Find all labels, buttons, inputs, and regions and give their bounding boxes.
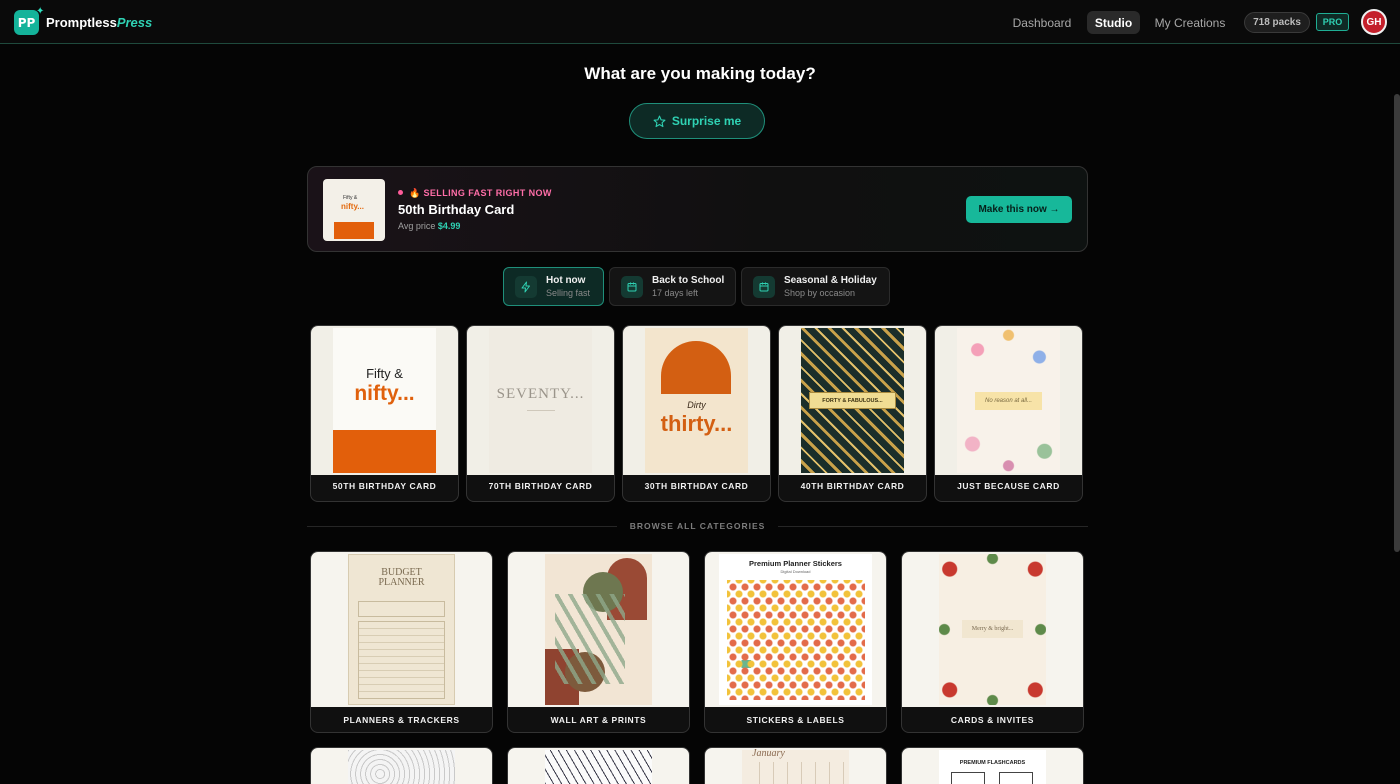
nav-my-creations[interactable]: My Creations [1149, 11, 1231, 34]
top-nav-bar: PP ✦ PromptlessPress Dashboard Studio My… [0, 0, 1400, 44]
category-card-stickers[interactable]: Premium Planner Stickers Digital Downloa… [704, 551, 887, 733]
make-this-now-button[interactable]: Make this now → [966, 196, 1072, 223]
category-card-coloring[interactable] [310, 747, 493, 784]
featured-title: 50th Birthday Card [398, 202, 515, 217]
category-card-flashcards[interactable]: PREMIUM FLASHCARDS [901, 747, 1084, 784]
star-icon [653, 115, 666, 127]
category-card-wall-art[interactable]: WALL ART & PRINTS [507, 551, 690, 733]
packs-count-badge[interactable]: 718 packs [1244, 12, 1310, 33]
featured-price: Avg price $4.99 [398, 221, 461, 231]
page-title: What are you making today? [584, 64, 816, 83]
featured-banner: Fifty & nifty... 🔥 SELLING FAST RIGHT NO… [307, 166, 1088, 252]
browse-all-categories-divider: BROWSE ALL CATEGORIES [307, 521, 1088, 531]
product-card-30th-birthday[interactable]: Dirty thirty... 30TH BIRTHDAY CARD [622, 325, 771, 502]
live-dot-icon [398, 190, 403, 195]
bolt-icon [515, 276, 537, 298]
filter-tab-seasonal-holiday[interactable]: Seasonal & Holiday Shop by occasion [741, 267, 890, 306]
product-card-40th-birthday[interactable]: FORTY & FABULOUS... 40TH BIRTHDAY CARD [778, 325, 927, 502]
product-card-70th-birthday[interactable]: SEVENTY... 70TH BIRTHDAY CARD [466, 325, 615, 502]
category-card-calendars[interactable]: January [704, 747, 887, 784]
category-card-planners[interactable]: BUDGET PLANNER PLANNERS & TRACKERS [310, 551, 493, 733]
filter-tab-back-to-school[interactable]: Back to School 17 days left [609, 267, 736, 306]
calendar-icon [753, 276, 775, 298]
category-card-cards-invites[interactable]: Merry & bright... CARDS & INVITES [901, 551, 1084, 733]
calendar-icon [621, 276, 643, 298]
nav-studio[interactable]: Studio [1087, 11, 1140, 34]
surprise-me-label: Surprise me [671, 114, 742, 128]
category-card-patterns[interactable] [507, 747, 690, 784]
scrollbar-thumb[interactable] [1394, 94, 1400, 552]
brand-name[interactable]: PromptlessPress [46, 15, 152, 30]
featured-thumbnail[interactable]: Fifty & nifty... [323, 179, 385, 241]
avatar[interactable]: GH [1361, 9, 1387, 35]
product-card-50th-birthday[interactable]: Fifty & nifty... 50TH BIRTHDAY CARD [310, 325, 459, 502]
product-card-just-because[interactable]: No reason at all... JUST BECAUSE CARD [934, 325, 1083, 502]
pro-badge: PRO [1316, 13, 1349, 31]
sparkle-icon: ✦ [36, 6, 45, 17]
surprise-me-button[interactable]: Surprise me [629, 103, 765, 139]
selling-fast-tag: 🔥 SELLING FAST RIGHT NOW [398, 188, 552, 199]
nav-dashboard[interactable]: Dashboard [1007, 11, 1077, 34]
filter-tab-hot-now[interactable]: Hot now Selling fast [503, 267, 604, 306]
